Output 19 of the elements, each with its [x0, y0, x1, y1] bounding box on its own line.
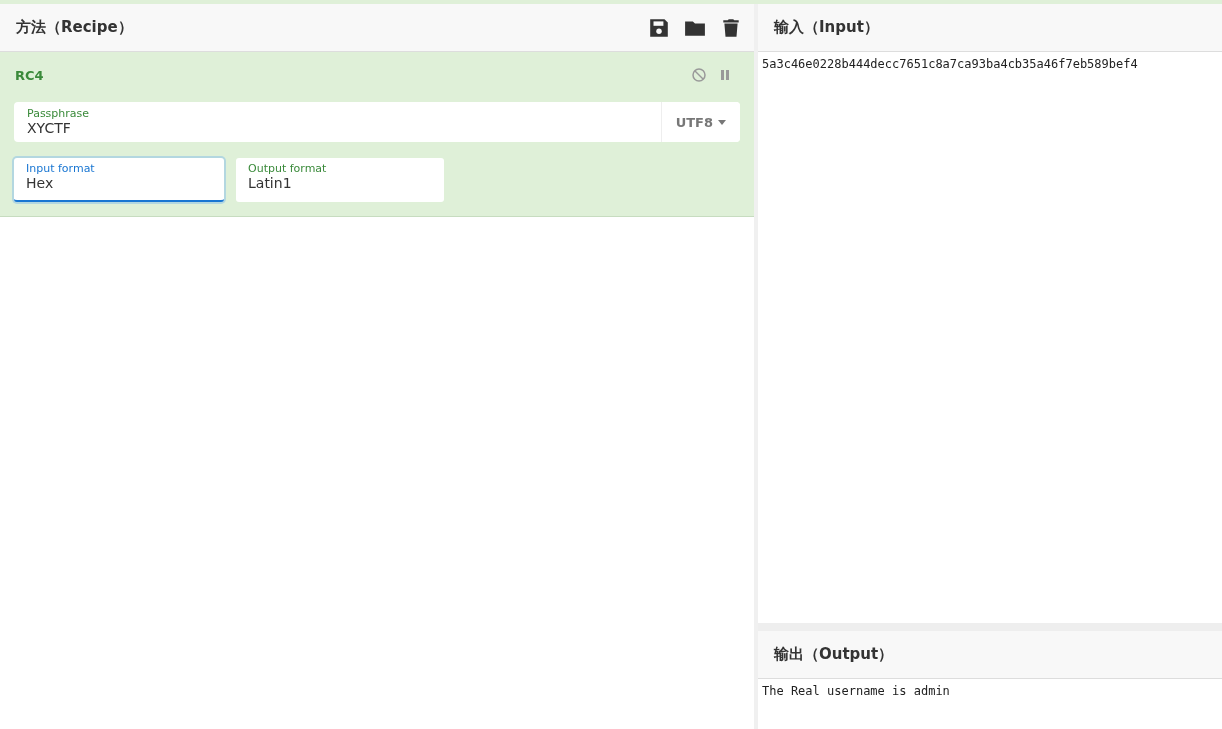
passphrase-field[interactable]: Passphrase XYCTF UTF8	[14, 102, 740, 142]
save-icon[interactable]	[648, 16, 670, 39]
field-label: Input format	[26, 162, 96, 175]
output-text: The Real username is admin	[762, 684, 950, 698]
output-title: 输出（Output）	[774, 645, 894, 664]
field-value: XYCTF	[27, 120, 72, 136]
format-field[interactable]: Input format Hex	[14, 158, 224, 202]
input-title: 输入（Input）	[774, 18, 879, 37]
field-label: Passphrase	[27, 107, 91, 120]
field-value: Hex	[26, 175, 55, 191]
input-text[interactable]: 5a3c46e0228b444decc7651c8a7ca93ba4cb35a46f7eb589bef4	[762, 57, 1138, 71]
encoding-dropdown[interactable]: UTF8	[660, 102, 740, 142]
caret-icon	[718, 119, 726, 125]
format-field[interactable]: Output format Latin1	[236, 158, 444, 202]
operation-name: RC4	[15, 67, 44, 83]
field-value: Latin1	[248, 175, 293, 191]
trash-icon[interactable]	[720, 16, 742, 39]
recipe-title: 方法（Recipe）	[16, 18, 133, 37]
field-label: Output format	[248, 162, 328, 175]
